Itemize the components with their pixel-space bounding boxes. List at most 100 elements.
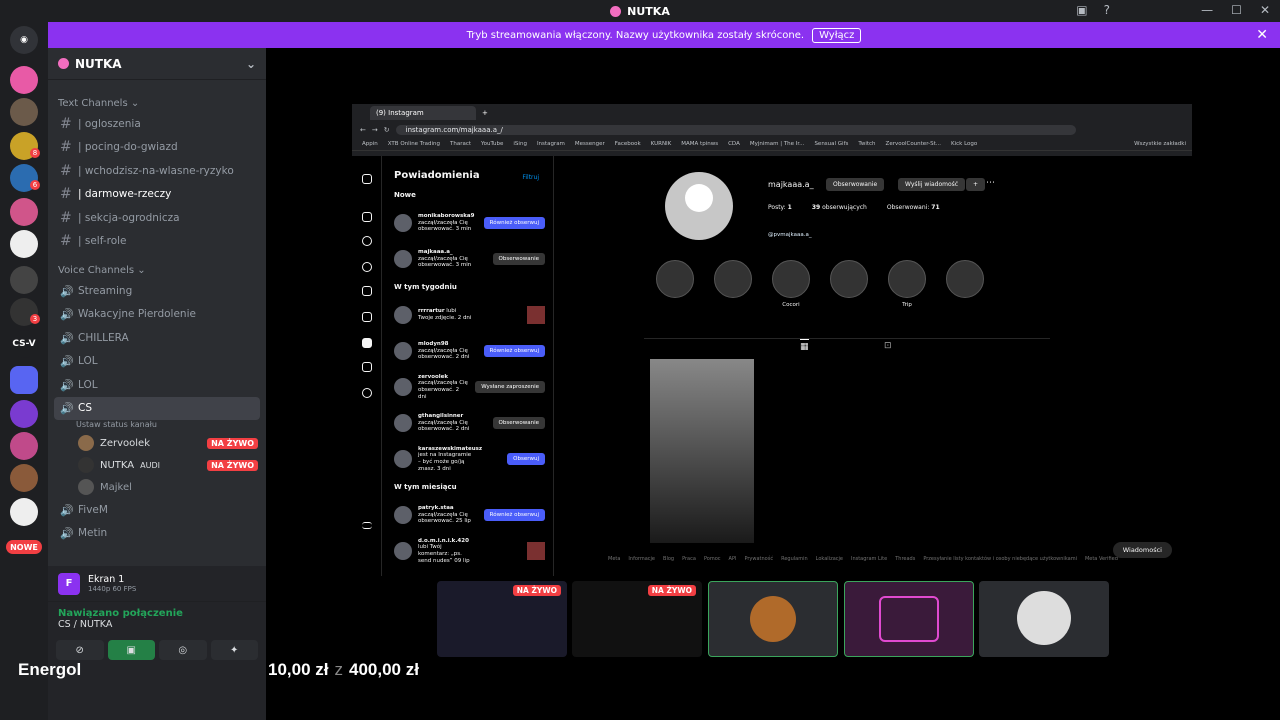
followers-stat[interactable]: 39 obserwujących	[812, 204, 867, 211]
post-thumbnail[interactable]	[527, 306, 545, 324]
avatar[interactable]	[394, 306, 412, 324]
following-stat[interactable]: Obserwowani: 71	[887, 204, 940, 211]
notification-action-button[interactable]: Również obserwuj	[483, 345, 545, 357]
channel-self-role[interactable]: # | self-role	[48, 230, 266, 254]
notification-user[interactable]: mlodyn98	[418, 341, 449, 347]
minimize-icon[interactable]: —	[1201, 3, 1213, 17]
story-highlight[interactable]: Trip	[887, 260, 927, 308]
notification-row[interactable]: patryk.staa zaczął/zaczęła Cię obserwowa…	[386, 497, 553, 533]
server-icon[interactable]	[10, 266, 38, 294]
notification-row[interactable]: zervoolek zaczął/zaczęła Cię obserwować.…	[386, 369, 553, 405]
bookmark[interactable]: iSing	[513, 141, 527, 147]
bookmark[interactable]: KURNIK	[651, 141, 672, 147]
footer-link[interactable]: Przesyłanie listy kontaktów i osoby nieb…	[923, 556, 1077, 562]
footer-link[interactable]: API	[729, 556, 737, 562]
footer-link[interactable]: Meta	[608, 556, 620, 562]
channel-wchodzisz[interactable]: # | wchodzisz-na-wlasne-ryzyko	[48, 159, 266, 183]
new-servers-pill[interactable]: NOWE	[6, 540, 42, 554]
channel-sekcja-ogrodnicza[interactable]: # | sekcja-ogrodnicza	[48, 206, 266, 230]
bookmark[interactable]: MAMA tpinws	[681, 141, 718, 147]
profile-link[interactable]: @pvmajkaaa.a_	[768, 232, 812, 238]
notification-action-button[interactable]: Obserwowanie	[492, 417, 545, 429]
activities-icon[interactable]: ◎	[159, 640, 207, 660]
text-channels-header[interactable]: Text Channels ⌄	[48, 94, 266, 112]
footer-link[interactable]: Instagram Lite	[851, 556, 887, 562]
footer-link[interactable]: Praca	[682, 556, 696, 562]
notification-action-button[interactable]: Wysłane zaproszenie	[475, 381, 545, 393]
notification-row[interactable]: gthangilsinner zaczął/zaczęła Cię obserw…	[386, 405, 553, 441]
participant-tile[interactable]	[979, 581, 1109, 657]
filter-link[interactable]: Filtruj	[522, 174, 539, 181]
server-icon[interactable]	[10, 66, 38, 94]
story-highlight[interactable]	[655, 260, 695, 302]
notification-row[interactable]: majkaaa.a_ zaczął/zaczęła Cię obserwować…	[386, 241, 553, 277]
footer-link[interactable]: Threads	[895, 556, 915, 562]
all-bookmarks[interactable]: Wszystkie zakładki	[1134, 141, 1186, 147]
new-tab-icon[interactable]: +	[482, 109, 488, 117]
heart-icon[interactable]	[362, 338, 372, 348]
soundboard-icon[interactable]: ✦	[210, 640, 258, 660]
voice-streaming[interactable]: 🔊 Streaming	[48, 279, 266, 303]
bookmark[interactable]: Sensual Gifs	[814, 141, 848, 147]
server-icon[interactable]	[10, 198, 38, 226]
footer-link[interactable]: Regulamin	[781, 556, 808, 562]
stream-tile[interactable]: NA ŻYWO	[437, 581, 567, 657]
notification-user[interactable]: rrrrartur	[418, 308, 445, 314]
voice-user[interactable]: Zervoolek NA ŻYWO	[48, 432, 266, 454]
create-icon[interactable]	[362, 362, 372, 372]
server-icon[interactable]	[10, 400, 38, 428]
avatar[interactable]	[394, 250, 412, 268]
tagged-tab-icon[interactable]: ⊡	[884, 341, 892, 351]
channel-darmowe-rzeczy[interactable]: # | darmowe-rzeczy	[48, 183, 266, 207]
notification-user[interactable]: zervoolek	[418, 374, 448, 380]
bookmark[interactable]: Facebook	[615, 141, 641, 147]
footer-link[interactable]: Lokalizacje	[816, 556, 843, 562]
notification-action-button[interactable]: Również obserwuj	[483, 509, 545, 521]
explore-icon[interactable]	[362, 262, 372, 272]
post-thumbnail[interactable]	[527, 542, 545, 560]
bookmark[interactable]: Myjnimam | The Ir...	[750, 141, 805, 147]
server-header[interactable]: NUTKA ⌄	[48, 48, 266, 80]
notification-user[interactable]: gthangilsinner	[418, 413, 463, 419]
bookmark[interactable]: CDA	[728, 141, 740, 147]
instagram-logo-icon[interactable]	[362, 174, 372, 184]
participant-tile[interactable]	[844, 581, 974, 657]
profile-post[interactable]	[650, 359, 754, 543]
avatar[interactable]	[394, 214, 412, 232]
grid-tab-icon[interactable]: ▦	[800, 339, 809, 352]
reels-icon[interactable]	[362, 286, 372, 296]
bookmark[interactable]: Appin	[362, 141, 378, 147]
following-button[interactable]: Obserwowanie	[826, 178, 885, 191]
browser-tab[interactable]: (9) Instagram	[370, 106, 476, 120]
close-icon[interactable]: ✕	[1260, 3, 1270, 17]
story-highlight[interactable]: Cocori	[771, 260, 811, 308]
menu-icon[interactable]	[362, 522, 372, 529]
notification-user[interactable]: d.o.m.i.n.i.k.420	[418, 538, 469, 544]
notification-user[interactable]: patryk.staa	[418, 505, 454, 511]
message-button[interactable]: Wyślij wiadomość	[898, 178, 966, 191]
bookmark[interactable]: Twitch	[858, 141, 875, 147]
messages-pill[interactable]: Wiadomości	[1112, 542, 1172, 558]
screen-share-info[interactable]: F Ekran 1 1440p 60 FPS	[48, 566, 266, 602]
discord-home-icon[interactable]: ◉	[10, 26, 38, 54]
story-highlight[interactable]	[829, 260, 869, 302]
camera-off-icon[interactable]: ⊘	[56, 640, 104, 660]
notification-row[interactable]: rrrrartur lubi Twoje zdjęcie. 2 dni	[386, 297, 553, 333]
bookmark[interactable]: XTB Online Trading	[388, 141, 440, 147]
notification-action-button[interactable]: Również obserwuj	[483, 217, 545, 229]
bookmark[interactable]: ZervoolCounter-St...	[886, 141, 941, 147]
voice-channels-header[interactable]: Voice Channels ⌄	[48, 261, 266, 279]
avatar[interactable]	[394, 414, 412, 432]
bookmark[interactable]: YouTube	[481, 141, 503, 147]
avatar[interactable]	[394, 506, 412, 524]
channel-pocing-do-gwiazd[interactable]: # | pocing-do-gwiazd	[48, 136, 266, 160]
folder-icon[interactable]	[10, 366, 38, 394]
disable-streamer-button[interactable]: Wyłącz	[812, 27, 862, 43]
avatar[interactable]	[394, 342, 412, 360]
channel-ogloszenia[interactable]: # | ogloszenia	[48, 112, 266, 136]
voice-metin[interactable]: 🔊 Metin	[48, 522, 266, 546]
notification-user[interactable]: monikaborowska9	[418, 213, 474, 219]
channel-status-hint[interactable]: Ustaw status kanału	[48, 420, 266, 432]
forward-icon[interactable]: →	[372, 126, 378, 134]
server-cs-v[interactable]: CS-V	[10, 330, 38, 358]
